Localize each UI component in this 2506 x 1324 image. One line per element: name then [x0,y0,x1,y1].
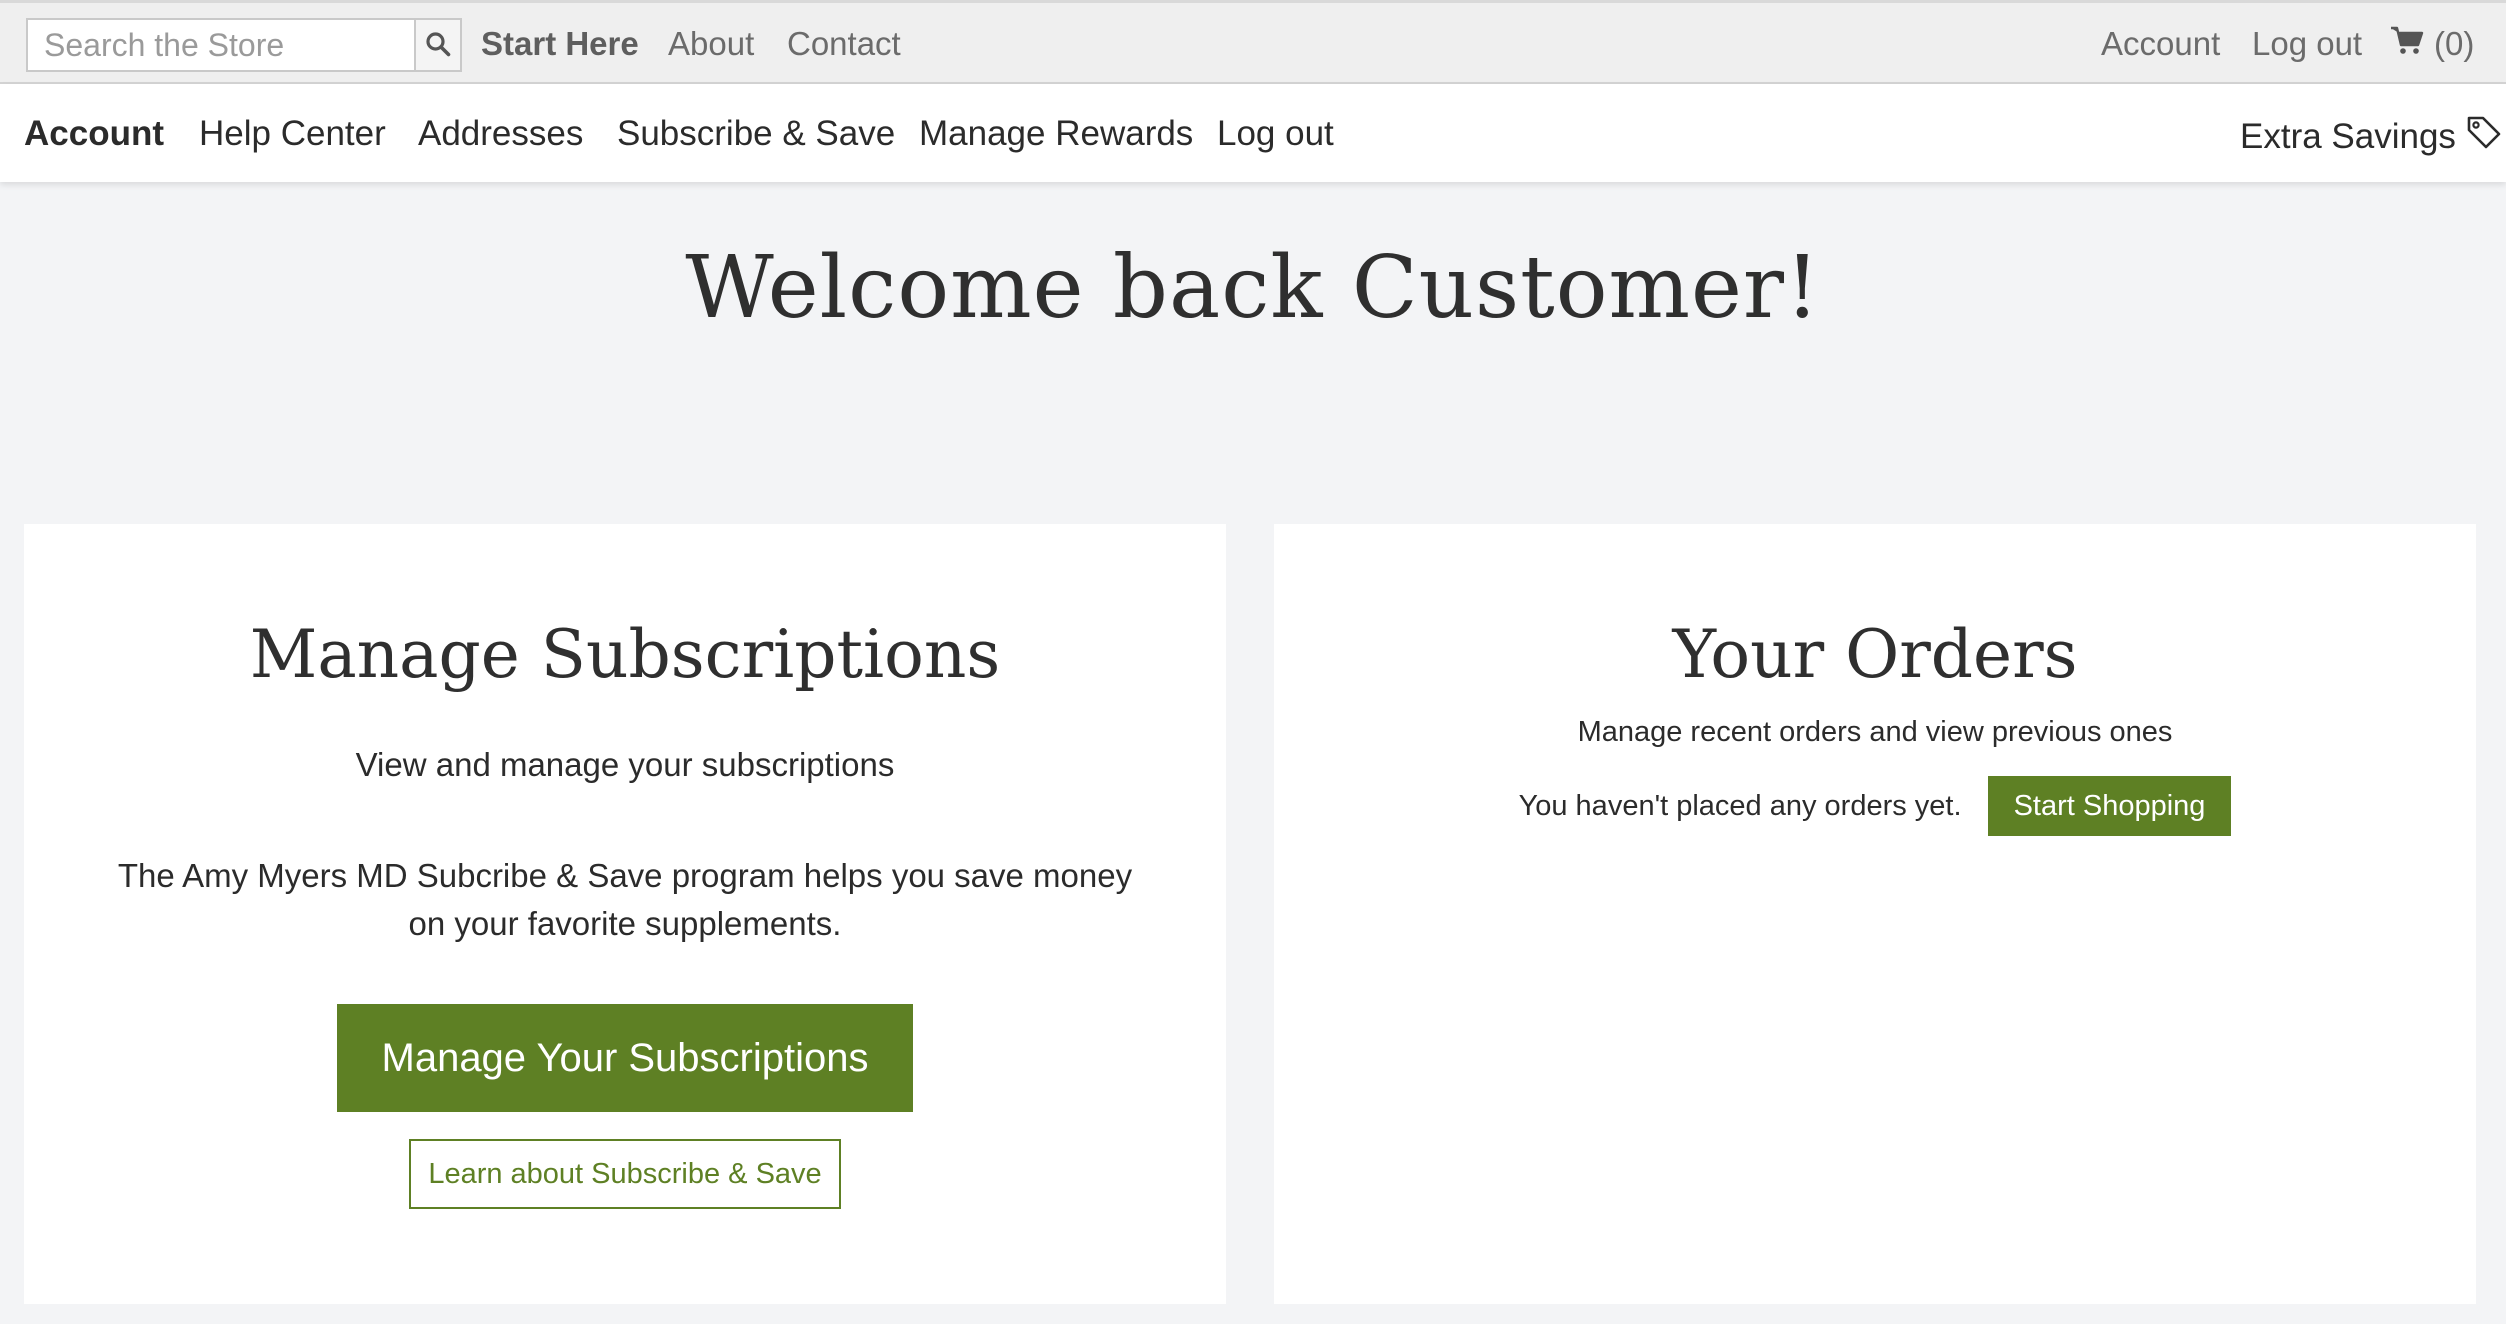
top-utility-bar: Start Here About Contact Account Log out… [0,0,2506,84]
search-icon [425,31,451,60]
orders-empty-text: You haven't placed any orders yet. [1518,789,1962,822]
nav-item-account[interactable]: Account [24,114,164,154]
top-logout-link[interactable]: Log out [2252,25,2362,63]
manage-subscriptions-button[interactable]: Manage Your Subscriptions [337,1004,913,1112]
cart-count: (0) [2434,25,2475,62]
orders-card: Your Orders Manage recent orders and vie… [1274,524,2476,1304]
orders-title: Your Orders [1672,616,2078,693]
cart-icon [2390,25,2424,63]
subscriptions-subtitle: View and manage your subscriptions [355,746,895,783]
extra-savings-label: Extra Savings [2240,116,2456,156]
search-button[interactable] [414,20,460,70]
start-here-link[interactable]: Start Here [481,25,639,63]
nav-item-addresses[interactable]: Addresses [418,114,583,154]
subscriptions-card: Manage Subscriptions View and manage you… [24,524,1226,1304]
start-shopping-button[interactable]: Start Shopping [1987,776,2232,836]
orders-subtitle: Manage recent orders and view previous o… [1577,716,2173,748]
page-title: Welcome back Customer! [685,238,1821,338]
search-box [26,18,462,72]
about-link[interactable]: About [668,25,754,63]
cart-link[interactable]: (0) [2390,25,2474,63]
tag-icon [2466,114,2502,159]
orders-empty-row: You haven't placed any orders yet. Start… [1274,776,2476,836]
nav-item-manage-rewards[interactable]: Manage Rewards [919,114,1193,154]
account-nav: Account Help Center Addresses Subscribe … [0,84,2506,182]
learn-subscribe-save-button[interactable]: Learn about Subscribe & Save [409,1139,841,1209]
nav-item-subscribe-save[interactable]: Subscribe & Save [617,114,895,154]
top-account-link[interactable]: Account [2101,25,2220,63]
extra-savings-link[interactable]: Extra Savings [2240,114,2502,159]
search-input[interactable] [28,20,414,70]
subscriptions-description: The Amy Myers MD Subcribe & Save program… [117,857,1133,942]
subscriptions-title: Manage Subscriptions [249,616,1001,693]
nav-item-help-center[interactable]: Help Center [199,114,386,154]
nav-item-logout[interactable]: Log out [1217,114,1334,154]
contact-link[interactable]: Contact [787,25,901,63]
